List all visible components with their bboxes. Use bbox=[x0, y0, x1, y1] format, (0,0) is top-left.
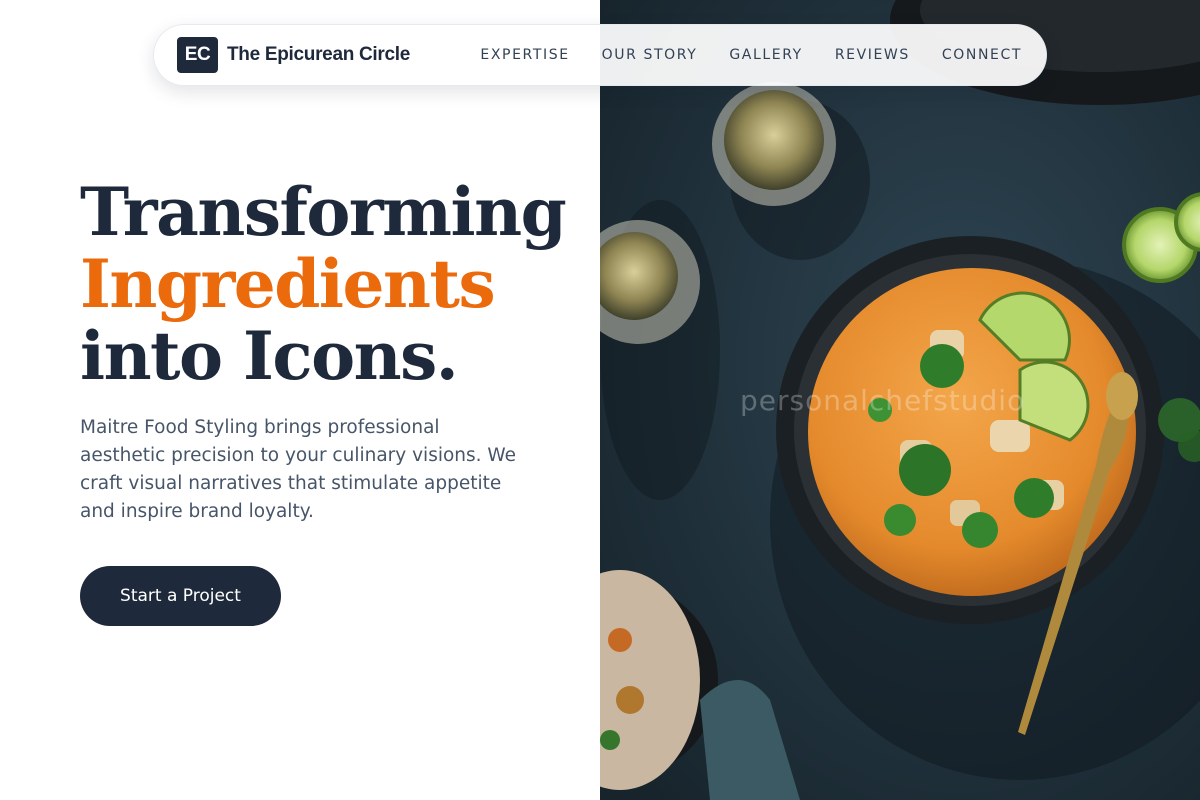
nav-link-reviews[interactable]: REVIEWS bbox=[835, 47, 910, 63]
headline-line-1: Transforming bbox=[80, 173, 567, 251]
hero-food-photo: personalchefstudio bbox=[600, 0, 1200, 800]
headline-accent-word: Ingredients bbox=[80, 245, 496, 323]
brand-name: The Epicurean Circle bbox=[227, 44, 411, 65]
brand-logo-mark: EC bbox=[177, 37, 218, 73]
hero-description: Maitre Food Styling brings professional … bbox=[80, 417, 517, 522]
start-project-button[interactable]: Start a Project bbox=[80, 566, 281, 626]
nav-link-gallery[interactable]: GALLERY bbox=[729, 47, 802, 63]
nav-link-expertise[interactable]: EXPERTISE bbox=[480, 47, 569, 63]
nav-link-our-story[interactable]: OUR STORY bbox=[602, 47, 698, 63]
photo-watermark: personalchefstudio bbox=[740, 384, 1026, 417]
brand-logo-link[interactable]: EC The Epicurean Circle bbox=[177, 37, 410, 73]
top-navbar: EC The Epicurean Circle EXPERTISE OUR ST… bbox=[153, 24, 1047, 86]
headline-line-3: into Icons. bbox=[80, 317, 459, 395]
nav-links: EXPERTISE OUR STORY GALLERY REVIEWS CONN… bbox=[480, 47, 1022, 63]
hero-headline: Transforming Ingredients into Icons. bbox=[80, 176, 580, 392]
nav-link-connect[interactable]: CONNECT bbox=[942, 47, 1022, 63]
